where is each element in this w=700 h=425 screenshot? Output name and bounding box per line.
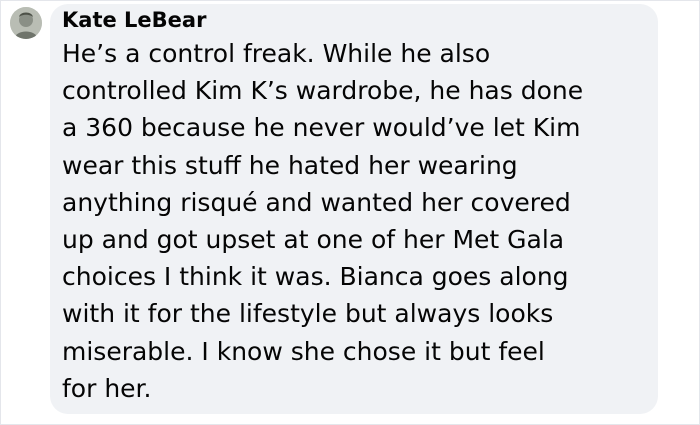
comment-line: miserable. I know she chose it but feel	[62, 336, 545, 366]
comment-text: He’s a control freak. While he also cont…	[62, 35, 658, 407]
comment-line: controlled Kim K’s wardrobe, he has done	[62, 76, 584, 106]
comment-line: for her.	[62, 373, 152, 403]
comment-bubble: Kate LeBear He’s a control freak. While …	[50, 4, 658, 414]
comment-line: wear this stuff he hated her wearing	[62, 150, 518, 180]
profile-photo-icon	[10, 7, 42, 39]
comment-line: up and got upset at one of her Met Gala	[62, 224, 565, 254]
comment-author[interactable]: Kate LeBear	[62, 8, 206, 32]
comment-line: He’s a control freak. While he also	[62, 39, 491, 68]
comment-line: anything risqué and wanted her covered	[62, 187, 571, 217]
avatar[interactable]	[10, 7, 42, 39]
comment-line: choices I think it was. Bianca goes alon…	[62, 262, 569, 292]
comment-line: with it for the lifestyle but always loo…	[62, 299, 554, 329]
comment-line: a 360 because he never would’ve let Kim	[62, 113, 581, 143]
